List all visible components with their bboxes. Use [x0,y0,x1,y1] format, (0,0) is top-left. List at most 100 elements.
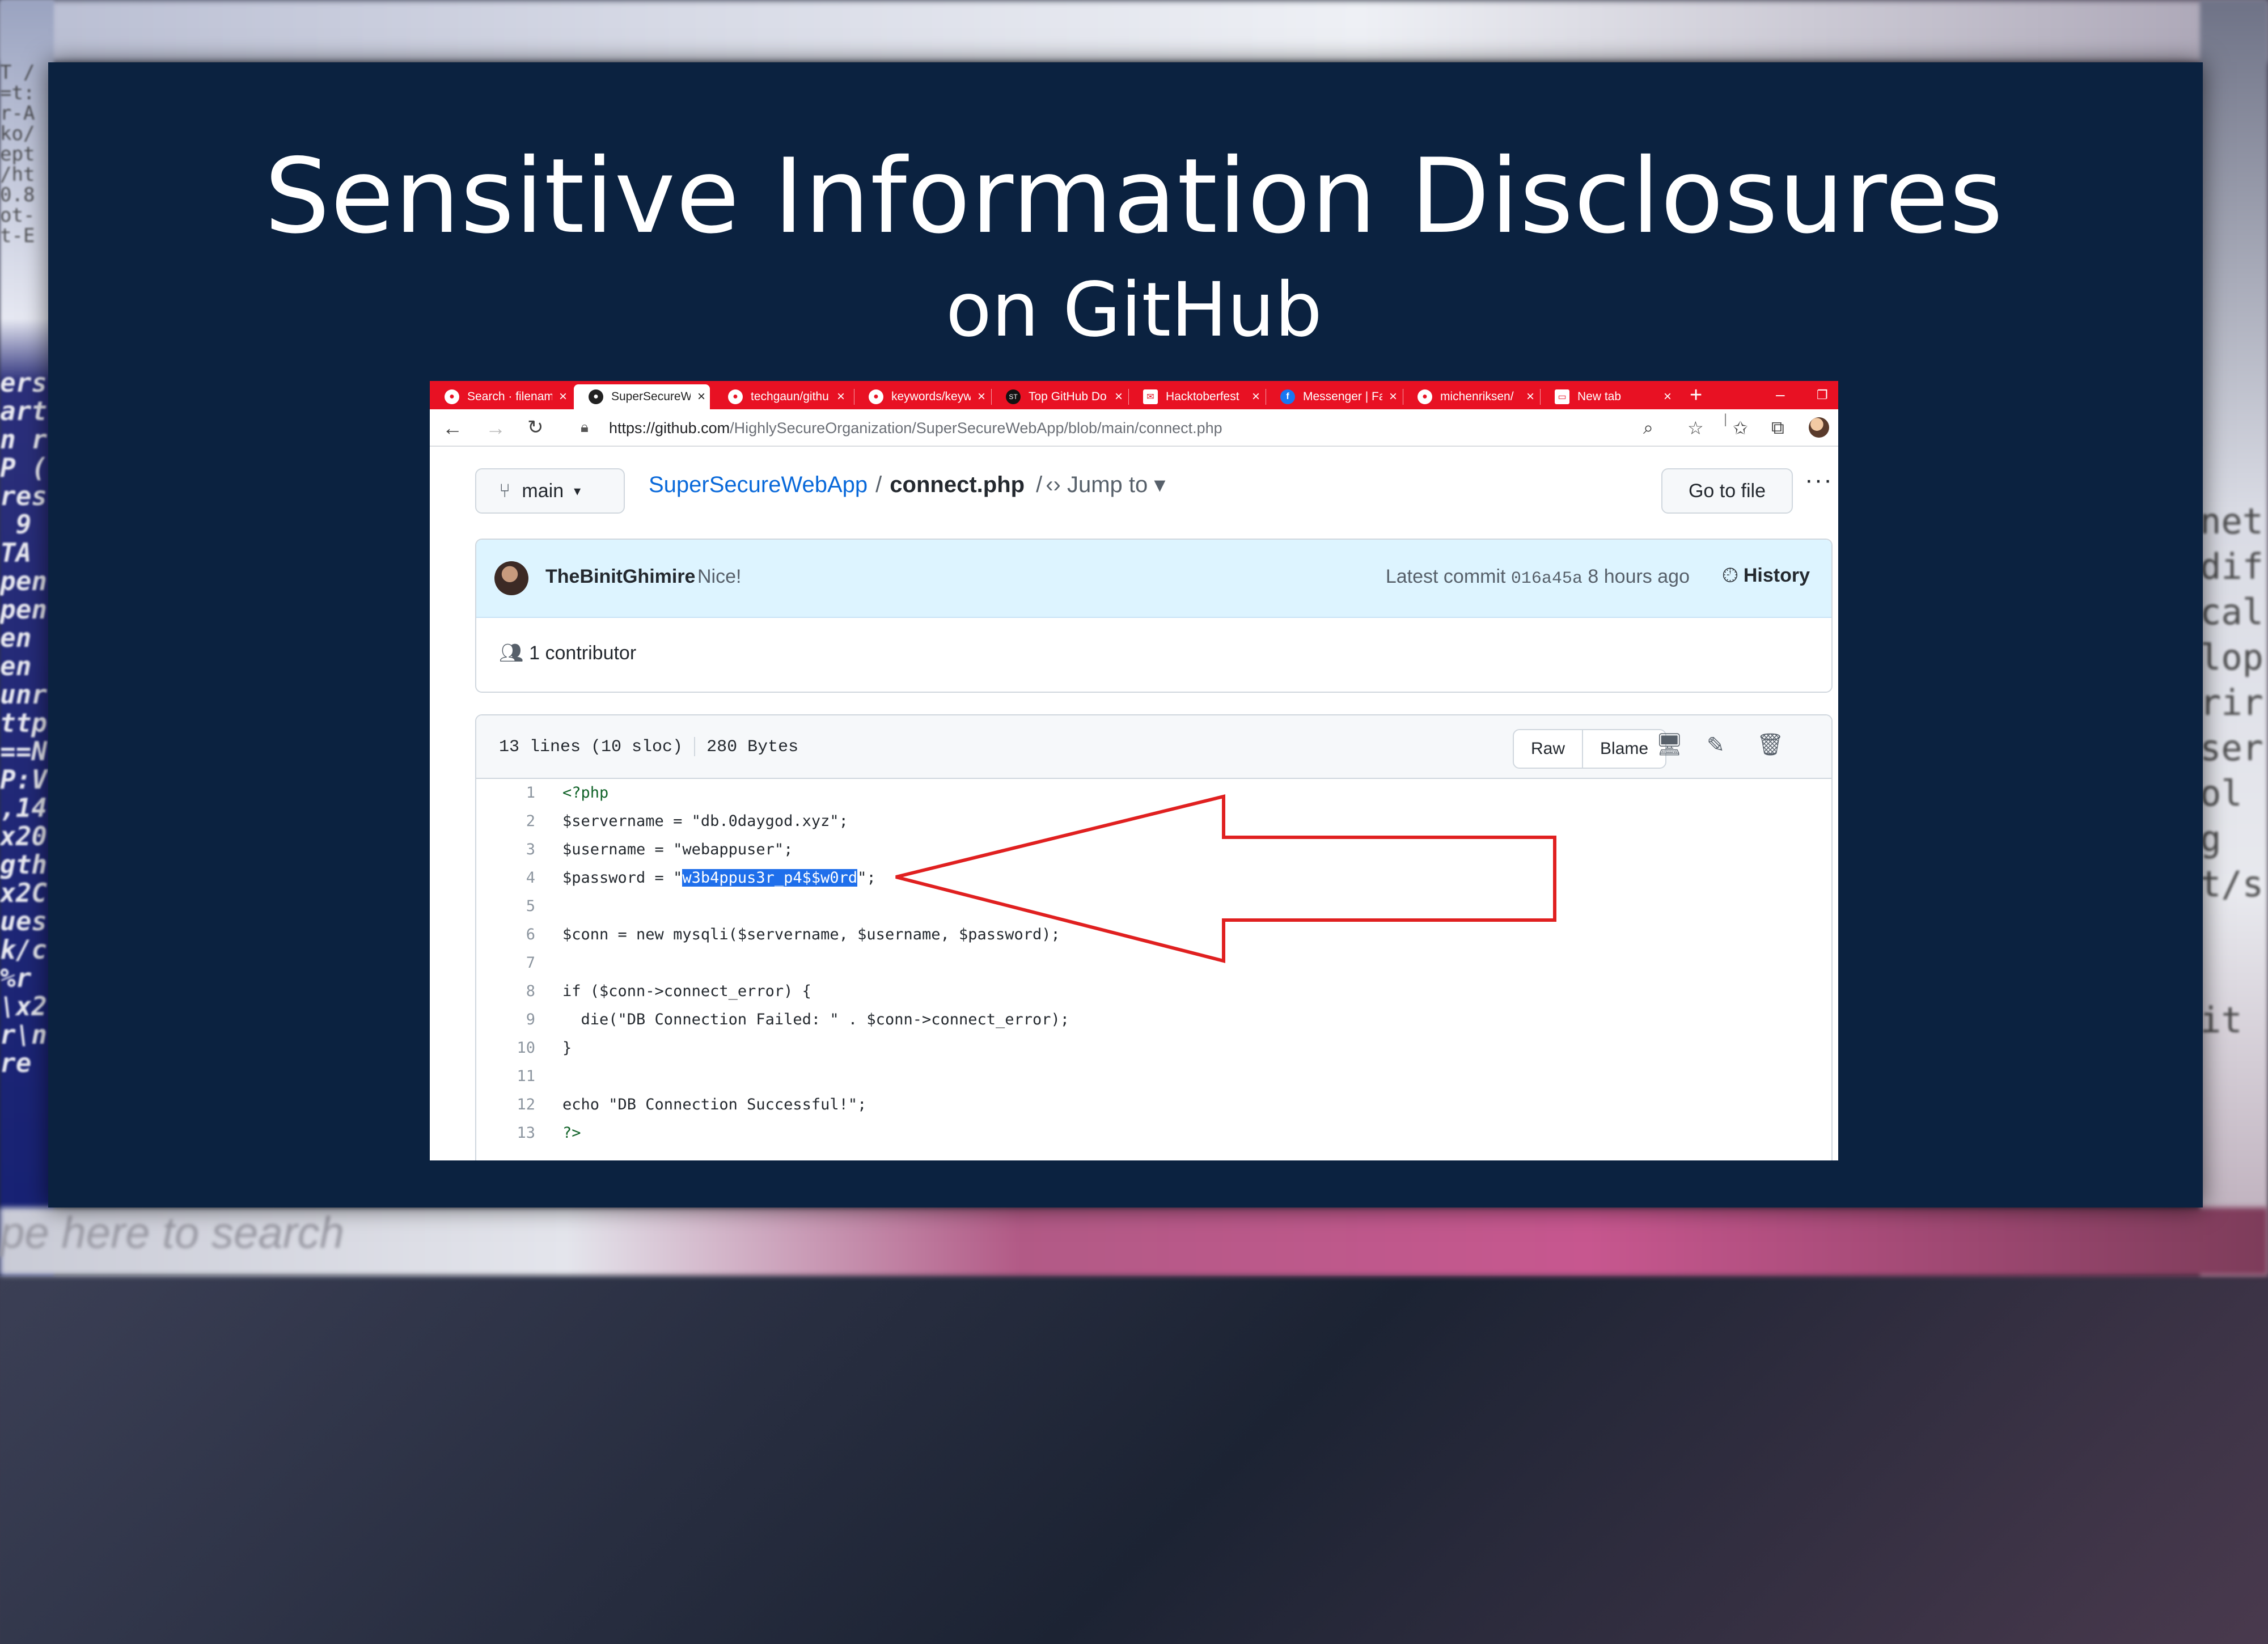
forward-icon[interactable]: → [485,416,506,440]
more-options-icon[interactable]: ··· [1805,466,1833,494]
line-number[interactable]: 8 [476,977,535,1006]
history-icon: 🕘︎ [1722,565,1738,586]
file-info: 13 lines (10 sloc) 280 Bytes [499,737,798,757]
repo-link[interactable]: SuperSecureWebApp [649,472,868,498]
file-name: connect.php [890,472,1025,497]
history-link[interactable]: 🕘︎ History [1723,565,1810,587]
code-line: 11 [476,1062,1831,1091]
latest-commit-bar: TheBinitGhimire Nice! Latest commit 016a… [476,540,1831,618]
close-icon[interactable]: × [1389,389,1397,405]
commit-author[interactable]: TheBinitGhimire [545,566,695,588]
edit-pencil-icon[interactable]: ✎ [1707,732,1725,758]
line-number[interactable]: 12 [476,1091,535,1119]
code-line: 9 die("DB Connection Failed: " . $conn->… [476,1006,1831,1034]
blame-button[interactable]: Blame [1582,730,1665,768]
tab-top-github[interactable]: ST Top GitHub Do × [991,384,1127,409]
favorites-icon[interactable]: ✩ [1733,417,1748,439]
background-code-right: net dif cal lop rir ser ol g t/s it [2200,501,2263,1041]
line-code: die("DB Connection Failed: " . $conn->co… [562,1011,1070,1028]
collections-icon[interactable]: ⧉ [1771,417,1784,439]
zoom-icon[interactable]: ⌕ [1643,417,1653,439]
url-field[interactable]: https://github.com/HighlySecureOrganizat… [609,420,1222,437]
close-icon[interactable]: × [978,389,985,405]
new-tab-plus-icon[interactable]: + [1690,383,1702,408]
line-number[interactable]: 9 [476,1006,535,1034]
tab-keywords[interactable]: ● keywords/keyw × [854,384,990,409]
tab-search[interactable]: ● Search · filenam × [430,384,570,409]
favorite-star-icon[interactable]: ☆ [1687,417,1704,439]
code-line-password: 4 $password = "w3b4ppus3r_p4$$w0rd"; [476,864,1831,892]
avatar[interactable] [494,561,528,595]
chevron-down-icon: ▾ [1154,472,1166,497]
close-icon[interactable]: × [837,389,845,405]
close-icon[interactable]: × [1526,389,1534,405]
go-to-file-button[interactable]: Go to file [1661,468,1793,514]
code-line: 13 ?> [476,1119,1831,1147]
line-code: $conn = new mysqli($servername, $usernam… [562,926,1060,943]
back-icon[interactable]: ← [442,416,463,440]
tab-label: SuperSecureWe [611,390,691,403]
commit-sha[interactable]: 016a45a [1511,569,1582,588]
restore-icon[interactable]: ❐ [1817,388,1828,402]
line-number[interactable]: 2 [476,807,535,836]
tab-label: Hacktoberfest [1166,390,1239,403]
line-number[interactable]: 13 [476,1119,535,1147]
line-code: } [562,1039,572,1057]
line-number[interactable]: 10 [476,1034,535,1062]
desktop-icon[interactable]: 🖥︎ [1656,732,1683,757]
history-label: History [1743,565,1810,586]
profile-avatar[interactable] [1809,417,1829,438]
line-number[interactable]: 7 [476,949,535,977]
line-number[interactable]: 4 [476,864,535,892]
trash-icon[interactable]: 🗑︎ [1757,732,1784,757]
tab-hacktoberfest[interactable]: ✉ Hacktoberfest × [1128,384,1264,409]
close-icon[interactable]: × [1115,389,1123,405]
tab-label: New tab [1577,390,1622,403]
url-base: https://github.com [609,420,730,437]
close-icon[interactable]: × [1252,389,1260,405]
line-number[interactable]: 5 [476,892,535,921]
tab-new-tab[interactable]: ▭ New tab × [1540,384,1679,409]
code-line: 6 $conn = new mysqli($servername, $userna… [476,921,1831,949]
line-number[interactable]: 6 [476,921,535,949]
code-line: 7 [476,949,1831,977]
line-number[interactable]: 1 [476,779,535,807]
close-icon[interactable]: × [1664,389,1672,405]
tab-michenriksen[interactable]: ● michenriksen/ × [1403,384,1539,409]
breadcrumb: SuperSecureWebApp / connect.php / ‹› Jump… [649,472,1165,498]
line-code: if ($conn->connect_error) { [562,982,811,1000]
github-icon: ● [1417,389,1432,404]
tab-techgaun[interactable]: ● techgaun/githu × [713,384,849,409]
raw-button[interactable]: Raw [1514,730,1582,768]
commit-message[interactable]: Nice! [697,566,741,588]
reload-icon[interactable]: ↻ [527,416,544,439]
line-number[interactable]: 3 [476,836,535,864]
minimize-icon[interactable]: – [1776,385,1785,404]
line-code: $servername = "db.0daygod.xyz"; [562,812,848,830]
tab-supersecurewebapp[interactable]: ● SuperSecureWe × [574,384,710,409]
background-taskbar-text: pe here to search [0,1207,345,1257]
jump-to-label: Jump to [1067,472,1148,497]
line-code-password: $password = "w3b4ppus3r_p4$$w0rd"; [562,869,876,887]
jump-to-menu[interactable]: / ‹› Jump to ▾ [1036,472,1165,498]
file-box: 13 lines (10 sloc) 280 Bytes Raw Blame 🖥︎… [475,714,1833,1160]
code-line: 5 [476,892,1831,921]
code-line: 10} [476,1034,1831,1062]
close-icon[interactable]: × [559,389,567,405]
contributors[interactable]: 👥︎ 1 contributor [499,642,636,664]
tab-bar: ● Search · filenam × ● SuperSecureWe × ●… [430,381,1838,409]
new-tab-icon: ▭ [1555,389,1569,404]
browser-window: ● Search · filenam × ● SuperSecureWe × ●… [430,381,1838,1160]
contributors-label: 1 contributor [529,642,637,664]
tab-label: Messenger | Fa [1303,390,1382,403]
tab-messenger[interactable]: f Messenger | Fa × [1266,384,1402,409]
tab-label: keywords/keyw [891,390,971,403]
latest-commit-info: Latest commit 016a45a 8 hours ago [1386,566,1690,588]
github-icon: ● [589,389,603,404]
close-icon[interactable]: × [697,389,705,405]
line-code: <?php [562,784,609,802]
file-actions: Raw Blame [1513,729,1667,769]
line-count: 13 lines (10 sloc) [499,737,683,757]
branch-selector[interactable]: ⑂ main ▾ [475,468,625,514]
line-number[interactable]: 11 [476,1062,535,1091]
